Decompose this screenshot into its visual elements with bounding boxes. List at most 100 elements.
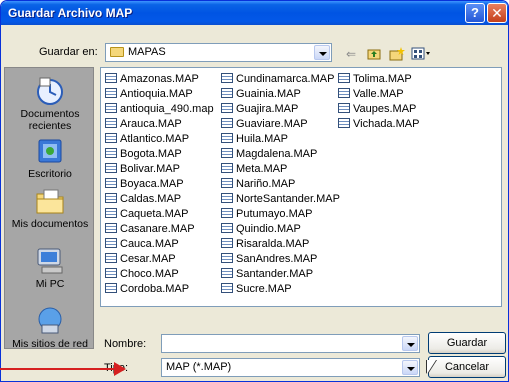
- file-item[interactable]: Guajira.MAP: [221, 102, 298, 116]
- file-name: Valle.MAP: [353, 88, 404, 100]
- file-item[interactable]: Caqueta.MAP: [105, 207, 188, 221]
- file-name: Caqueta.MAP: [120, 208, 189, 220]
- file-name: Cundinamarca.MAP: [236, 73, 335, 85]
- file-name: Quindio.MAP: [236, 223, 301, 235]
- map-file-icon: [221, 208, 233, 218]
- file-item[interactable]: Magdalena.MAP: [221, 147, 317, 161]
- file-name: Vichada.MAP: [353, 118, 420, 130]
- file-item[interactable]: Vaupes.MAP: [338, 102, 416, 116]
- map-file-icon: [105, 133, 117, 143]
- file-item[interactable]: Cauca.MAP: [105, 237, 179, 251]
- view-menu-icon[interactable]: [411, 47, 431, 61]
- file-item[interactable]: Guaviare.MAP: [221, 117, 308, 131]
- file-item[interactable]: SanAndres.MAP: [221, 252, 317, 266]
- file-item[interactable]: Bolivar.MAP: [105, 162, 180, 176]
- file-item[interactable]: Risaralda.MAP: [221, 237, 309, 251]
- file-item[interactable]: Caldas.MAP: [105, 192, 181, 206]
- chevron-down-icon[interactable]: [402, 336, 418, 351]
- file-name: Amazonas.MAP: [120, 73, 199, 85]
- map-file-icon: [105, 88, 117, 98]
- file-item[interactable]: Amazonas.MAP: [105, 72, 199, 86]
- file-item[interactable]: Quindio.MAP: [221, 222, 301, 236]
- file-item[interactable]: Boyaca.MAP: [105, 177, 184, 191]
- file-item[interactable]: Putumayo.MAP: [221, 207, 312, 221]
- file-name: Cesar.MAP: [120, 253, 176, 265]
- file-name: Putumayo.MAP: [236, 208, 313, 220]
- chevron-down-icon[interactable]: [314, 45, 330, 60]
- file-item[interactable]: Choco.MAP: [105, 267, 179, 281]
- place-my-documents[interactable]: Mis documentos: [5, 186, 95, 230]
- place-label: Mi PC: [35, 278, 65, 290]
- file-name: Guainia.MAP: [236, 88, 301, 100]
- map-file-icon: [105, 118, 117, 128]
- help-button[interactable]: ?: [465, 3, 485, 23]
- map-file-icon: [105, 223, 117, 233]
- mouse-cursor-icon: [427, 360, 436, 374]
- file-name: Caldas.MAP: [120, 193, 182, 205]
- file-item[interactable]: Huila.MAP: [221, 132, 288, 146]
- file-name: Guaviare.MAP: [236, 118, 308, 130]
- save-button[interactable]: Guardar: [428, 332, 506, 354]
- title-bar[interactable]: Guardar Archivo MAP ? ✕: [1, 1, 508, 25]
- file-item[interactable]: Cordoba.MAP: [105, 282, 189, 296]
- map-file-icon: [105, 283, 117, 293]
- file-name: Bolivar.MAP: [120, 163, 180, 175]
- close-button[interactable]: ✕: [487, 3, 507, 23]
- place-my-computer[interactable]: Mi PC: [5, 246, 95, 290]
- file-item[interactable]: Nariño.MAP: [221, 177, 295, 191]
- file-name: Atlantico.MAP: [120, 133, 190, 145]
- save-in-dropdown[interactable]: MAPAS: [105, 43, 332, 62]
- map-file-icon: [105, 163, 117, 173]
- file-name: Nariño.MAP: [236, 178, 296, 190]
- file-name: NorteSantander.MAP: [236, 193, 340, 205]
- filename-label: Nombre:: [104, 338, 147, 350]
- map-file-icon: [221, 268, 233, 278]
- filename-input[interactable]: [161, 334, 420, 353]
- map-file-icon: [221, 193, 233, 203]
- file-item[interactable]: Valle.MAP: [338, 87, 404, 101]
- file-item[interactable]: Casanare.MAP: [105, 222, 195, 236]
- my-computer-icon: [34, 246, 66, 276]
- map-file-icon: [221, 163, 233, 173]
- filetype-dropdown[interactable]: MAP (*.MAP): [161, 358, 420, 377]
- file-item[interactable]: NorteSantander.MAP: [221, 192, 340, 206]
- file-item[interactable]: Santander.MAP: [221, 267, 313, 281]
- chevron-down-icon[interactable]: [402, 360, 418, 375]
- file-name: Boyaca.MAP: [120, 178, 184, 190]
- file-item[interactable]: Cundinamarca.MAP: [221, 72, 334, 86]
- file-item[interactable]: Sucre.MAP: [221, 282, 292, 296]
- file-name: SanAndres.MAP: [236, 253, 318, 265]
- up-folder-icon[interactable]: [367, 47, 381, 61]
- file-item[interactable]: Antioquia.MAP: [105, 87, 193, 101]
- map-file-icon: [221, 283, 233, 293]
- file-list[interactable]: Amazonas.MAP Antioquia.MAP antioquia_490.m…: [100, 67, 502, 307]
- place-network[interactable]: Mis sitios de red: [5, 306, 95, 350]
- map-file-icon: [105, 208, 117, 218]
- file-item[interactable]: antioquia_490.map: [105, 102, 214, 116]
- file-name: antioquia_490.map: [120, 103, 214, 115]
- file-name: Tolima.MAP: [353, 73, 412, 85]
- file-item[interactable]: Tolima.MAP: [338, 72, 412, 86]
- place-desktop[interactable]: Escritorio: [5, 136, 95, 180]
- file-item[interactable]: Guainia.MAP: [221, 87, 301, 101]
- file-item[interactable]: Arauca.MAP: [105, 117, 182, 131]
- place-recent-documents[interactable]: Documentos recientes: [5, 76, 95, 132]
- file-item[interactable]: Meta.MAP: [221, 162, 287, 176]
- map-file-icon: [338, 103, 350, 113]
- map-file-icon: [221, 223, 233, 233]
- place-label: Mis sitios de red: [12, 338, 88, 350]
- map-file-icon: [221, 238, 233, 248]
- file-item[interactable]: Bogota.MAP: [105, 147, 182, 161]
- save-in-value: MAPAS: [128, 46, 166, 58]
- desktop-icon: [34, 136, 66, 166]
- new-folder-icon[interactable]: [389, 47, 405, 61]
- file-item[interactable]: Cesar.MAP: [105, 252, 176, 266]
- file-item[interactable]: Atlantico.MAP: [105, 132, 189, 146]
- file-item[interactable]: Vichada.MAP: [338, 117, 419, 131]
- map-file-icon: [221, 133, 233, 143]
- back-arrow-icon[interactable]: ⇐: [344, 47, 358, 61]
- cancel-button[interactable]: Cancelar: [428, 356, 506, 378]
- map-file-icon: [105, 73, 117, 83]
- network-places-icon: [34, 306, 66, 336]
- map-file-icon: [221, 253, 233, 263]
